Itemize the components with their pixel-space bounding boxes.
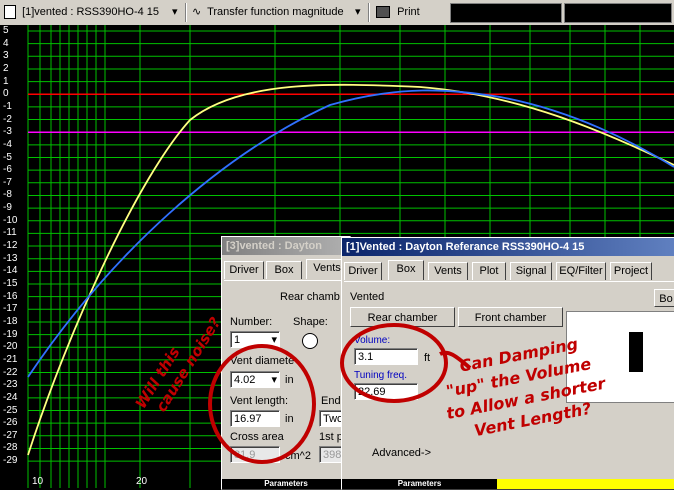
tab-driver[interactable]: Driver (224, 261, 264, 279)
window-title: [1]Vented : Dayton Referance RSS390HO-4 … (342, 238, 674, 256)
y-tick-label: -13 (3, 252, 18, 264)
toolbar-separator (368, 3, 370, 22)
y-tick-label: -21 (3, 353, 18, 365)
rear-chamber-button[interactable]: Rear chamber (350, 307, 455, 327)
vents-window-3[interactable]: [3]vented : Dayton Driver Box Vents Rear… (221, 236, 351, 490)
y-tick-label: -22 (3, 366, 18, 378)
y-tick-label: -11 (3, 227, 17, 239)
chevron-down-icon: ▾ (271, 334, 277, 346)
y-tick-label: -12 (3, 240, 18, 252)
y-tick-label: -17 (3, 303, 18, 315)
view-selector-label: Transfer function magnitude (207, 6, 344, 18)
vent-diameter-field[interactable]: 4.02 ▾ (230, 371, 280, 388)
tab-box[interactable]: Box (266, 261, 302, 279)
x-tick-label: 10 (32, 476, 44, 487)
y-tick-label: -15 (3, 278, 18, 289)
round-shape-radio[interactable] (302, 333, 318, 349)
vent-diameter-unit: in (285, 374, 294, 386)
y-tick-label: 4 (3, 37, 9, 49)
chevron-down-icon: ▾ (271, 374, 277, 386)
waveform-icon: ∿ (192, 6, 202, 18)
volume-label: Volume: (354, 335, 391, 346)
y-tick-label: -5 (3, 151, 12, 163)
x-tick-label: 20 (136, 476, 148, 487)
front-chamber-button[interactable]: Front chamber (458, 307, 563, 327)
volume-unit: ft (424, 352, 431, 364)
tab-plot[interactable]: Plot (472, 262, 506, 280)
y-tick-label: 2 (3, 62, 9, 74)
tab-driver[interactable]: Driver (344, 262, 382, 280)
toolbar: [1]vented : RSS390HO-4 15 ▾ ∿ Transfer f… (0, 0, 674, 26)
y-tick-label: -2 (3, 113, 12, 125)
y-tick-label: -6 (3, 164, 12, 176)
y-tick-label: 5 (3, 25, 9, 36)
end-label: End (321, 395, 341, 407)
y-tick-label: 3 (3, 50, 9, 62)
y-tick-label: -26 (3, 417, 18, 429)
y-tick-label: -8 (3, 189, 12, 201)
section-label: Vented (350, 291, 385, 303)
tuning-freq-label: Tuning freq. (354, 370, 407, 381)
y-tick-label: -14 (3, 265, 18, 277)
tab-project[interactable]: Project (610, 262, 652, 280)
y-tick-label: -7 (3, 176, 12, 188)
y-tick-label: -24 (3, 391, 18, 403)
vent-length-label: Vent length: (230, 395, 289, 407)
print-label: Print (397, 6, 420, 18)
print-button[interactable]: Print (376, 3, 436, 21)
y-tick-label: -1 (3, 100, 12, 112)
chevron-down-icon: ▾ (172, 6, 178, 18)
speaker-icon (629, 332, 643, 372)
vent-diameter-value: 4.02 (234, 374, 256, 386)
toolbar-separator (185, 3, 187, 22)
tab-box[interactable]: Box (388, 260, 424, 280)
y-tick-label: -18 (3, 315, 18, 327)
document-icon (4, 5, 16, 20)
vent-length-field[interactable]: 16.97 (230, 410, 280, 427)
tuning-freq-field[interactable]: 22.69 (354, 383, 418, 400)
status-box (450, 3, 562, 23)
volume-field[interactable]: 3.1 (354, 348, 418, 365)
y-tick-label: -28 (3, 442, 18, 454)
y-tick-label: -4 (3, 138, 12, 150)
number-select[interactable]: 1 ▾ (230, 331, 280, 348)
rear-chamber-button[interactable]: Rear chamb (280, 288, 350, 306)
vent-length-unit: in (285, 413, 294, 425)
side-button[interactable]: Bo (654, 289, 674, 307)
y-tick-label: 0 (3, 88, 9, 100)
y-tick-label: 1 (3, 75, 9, 87)
number-value: 1 (234, 334, 241, 346)
y-tick-label: -20 (3, 341, 18, 353)
vent-diameter-label: Vent diamete (230, 355, 295, 367)
chevron-down-icon: ▾ (355, 6, 361, 18)
number-label: Number: (230, 316, 273, 328)
printer-icon (376, 6, 390, 19)
y-tick-label: -27 (3, 429, 18, 441)
status-box (564, 3, 672, 23)
tab-vents[interactable]: Vents (428, 262, 468, 280)
cross-area-label: Cross area (230, 431, 284, 443)
y-tick-label: -3 (3, 126, 12, 138)
y-tick-label: -9 (3, 202, 12, 214)
y-tick-label: -16 (3, 290, 18, 302)
y-tick-label: -25 (3, 404, 18, 416)
cross-area-unit: cm^2 (285, 450, 311, 462)
advanced-button[interactable]: Advanced-> (372, 447, 431, 459)
shape-label: Shape: (293, 316, 328, 328)
window-title: [3]vented : Dayton (222, 237, 350, 255)
y-tick-label: -19 (3, 328, 18, 340)
view-selector[interactable]: ∿ Transfer function magnitude ▾ (192, 3, 362, 21)
y-tick-label: -29 (3, 455, 18, 467)
tab-eq-filter[interactable]: EQ/Filter (556, 262, 606, 280)
project-selector[interactable]: [1]vented : RSS390HO-4 15 ▾ (4, 3, 180, 21)
tab-signal[interactable]: Signal (510, 262, 552, 280)
y-tick-label: -23 (3, 379, 18, 391)
project-selector-label: [1]vented : RSS390HO-4 15 (22, 6, 160, 18)
y-tick-label: -10 (3, 214, 18, 226)
cross-area-field: 81.9 (230, 446, 280, 463)
